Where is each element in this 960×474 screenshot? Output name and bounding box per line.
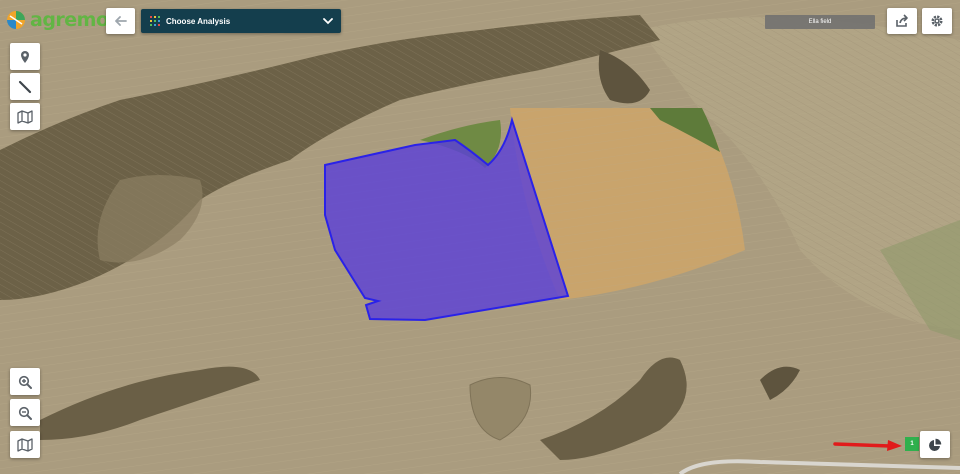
globe-logo-icon bbox=[7, 11, 25, 29]
share-button[interactable] bbox=[887, 8, 917, 34]
draw-field-button[interactable] bbox=[10, 103, 40, 130]
map-pin-icon bbox=[21, 50, 29, 63]
analysis-count-badge: 1 bbox=[905, 437, 919, 451]
choose-analysis-dropdown[interactable]: Choose Analysis bbox=[141, 9, 341, 33]
ruler-line-icon bbox=[18, 80, 32, 93]
gear-icon bbox=[931, 15, 943, 27]
arrow-left-icon bbox=[114, 16, 127, 26]
pie-chart-icon bbox=[929, 438, 942, 451]
aerial-map[interactable] bbox=[0, 0, 960, 474]
settings-button[interactable] bbox=[922, 8, 952, 34]
back-button[interactable] bbox=[106, 8, 135, 34]
map-icon bbox=[17, 109, 33, 124]
measure-distance-button[interactable] bbox=[10, 73, 40, 100]
grid-dots-icon bbox=[150, 16, 160, 26]
zoom-out-button[interactable] bbox=[10, 399, 40, 426]
basemap-button[interactable] bbox=[10, 431, 40, 458]
map-icon bbox=[17, 437, 33, 452]
share-icon bbox=[896, 14, 908, 27]
annotation-arrow bbox=[833, 440, 902, 451]
agremo-logo[interactable]: agremo bbox=[6, 8, 109, 32]
analysis-dropdown-label: Choose Analysis bbox=[166, 16, 231, 26]
zoom-out-icon bbox=[18, 406, 32, 420]
zoom-in-button[interactable] bbox=[10, 368, 40, 395]
zoom-in-icon bbox=[18, 375, 32, 389]
chevron-down-icon bbox=[323, 17, 333, 24]
analysis-report-button[interactable] bbox=[920, 431, 950, 458]
logo-text: agremo bbox=[30, 9, 109, 31]
add-marker-button[interactable] bbox=[10, 43, 40, 70]
field-name-label: Ella field bbox=[765, 15, 875, 29]
